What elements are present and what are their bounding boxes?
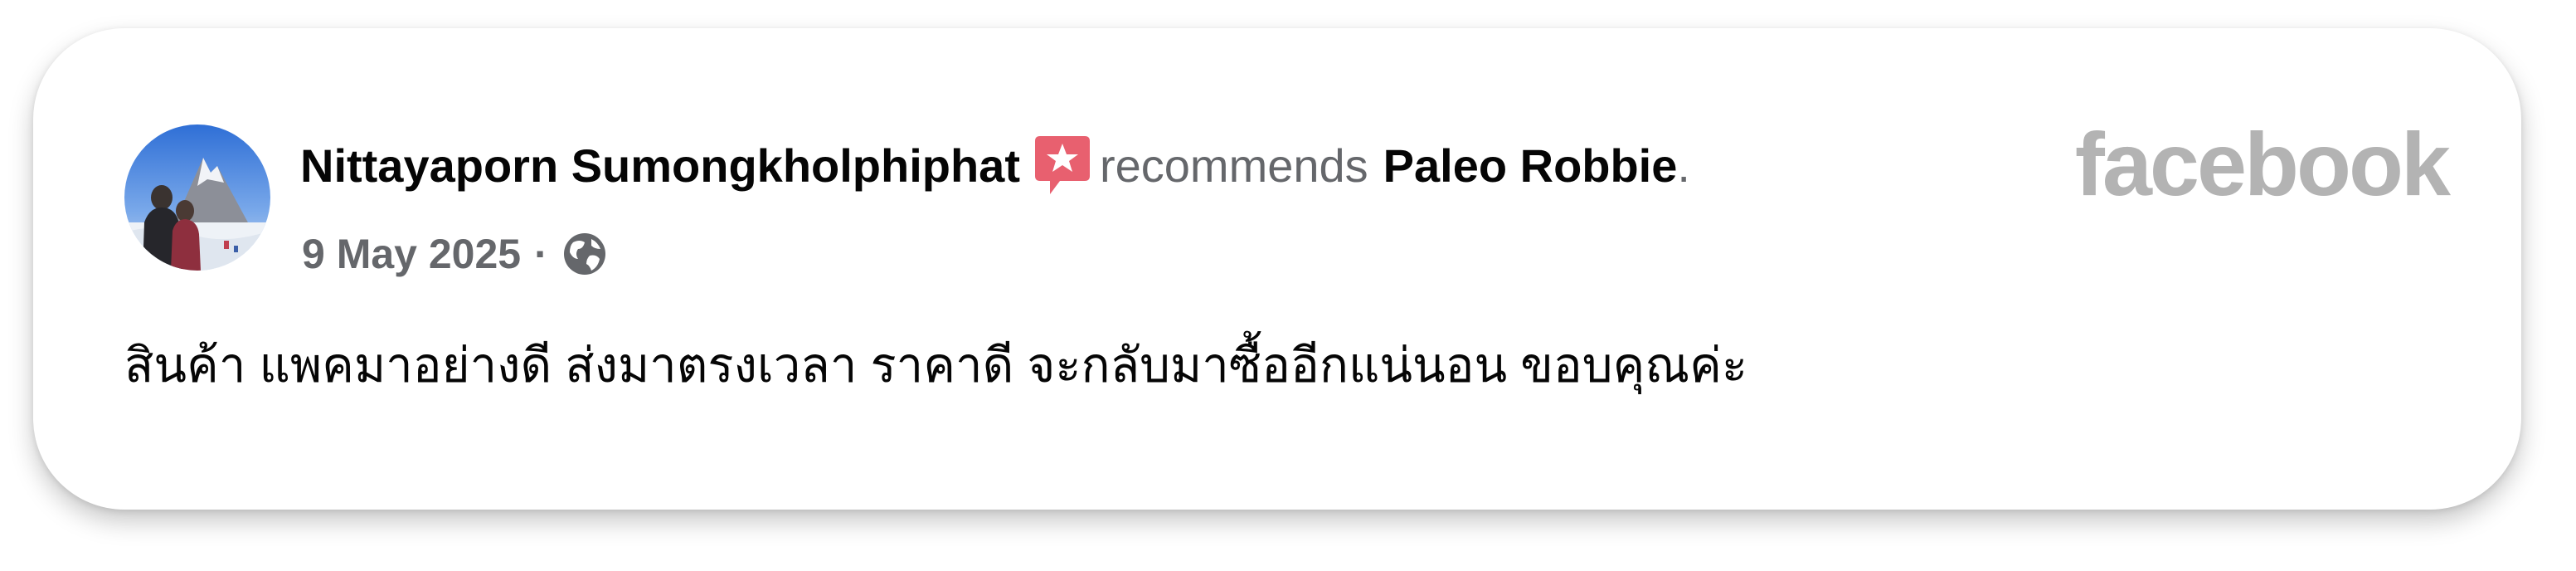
header-period: . <box>1677 139 1690 192</box>
meta-separator: · <box>534 231 548 277</box>
post-header-line: Nittayaporn Sumongkholphiphat recommends… <box>300 133 1690 199</box>
screenshot-stage: Nittayaporn Sumongkholphiphat recommends… <box>0 0 2576 571</box>
recommend-star-icon <box>1032 133 1093 199</box>
author-name[interactable]: Nittayaporn Sumongkholphiphat <box>300 143 1020 189</box>
post-meta: 9 May 2025 · <box>302 226 608 282</box>
globe-icon[interactable] <box>561 231 608 277</box>
review-post-card: Nittayaporn Sumongkholphiphat recommends… <box>33 28 2521 510</box>
action-text: recommends <box>1099 139 1368 192</box>
review-text: สินค้า แพคมาอย่างดี ส่งมาตรงเวลา ราคาดี … <box>124 339 1748 393</box>
post-date[interactable]: 9 May 2025 <box>302 230 521 278</box>
facebook-logo[interactable]: facebook <box>2075 120 2451 209</box>
page-name-link[interactable]: Paleo Robbie <box>1383 143 1678 189</box>
avatar[interactable] <box>124 124 270 271</box>
